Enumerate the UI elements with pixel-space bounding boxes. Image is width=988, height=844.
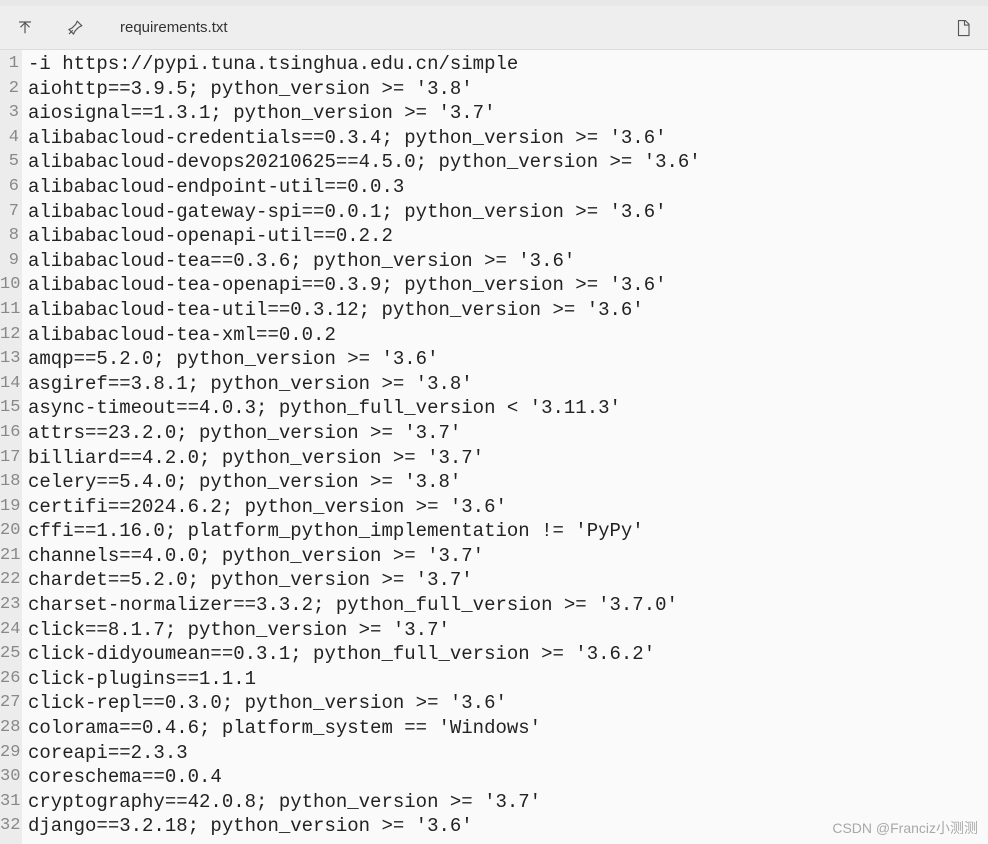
line-number: 31 bbox=[0, 790, 22, 815]
line-number: 23 bbox=[0, 593, 22, 618]
code-line: attrs==23.2.0; python_version >= '3.7' bbox=[28, 421, 988, 446]
line-number: 17 bbox=[0, 446, 22, 471]
code-line: coreschema==0.0.4 bbox=[28, 765, 988, 790]
code-line: -i https://pypi.tuna.tsinghua.edu.cn/sim… bbox=[28, 52, 988, 77]
line-number: 20 bbox=[0, 519, 22, 544]
code-line: celery==5.4.0; python_version >= '3.8' bbox=[28, 470, 988, 495]
code-line: cffi==1.16.0; platform_python_implementa… bbox=[28, 519, 988, 544]
code-line: alibabacloud-endpoint-util==0.0.3 bbox=[28, 175, 988, 200]
line-number: 25 bbox=[0, 642, 22, 667]
line-number: 32 bbox=[0, 814, 22, 839]
line-number: 10 bbox=[0, 273, 22, 298]
code-line: alibabacloud-openapi-util==0.2.2 bbox=[28, 224, 988, 249]
line-number: 22 bbox=[0, 568, 22, 593]
code-line: alibabacloud-devops20210625==4.5.0; pyth… bbox=[28, 150, 988, 175]
code-line: billiard==4.2.0; python_version >= '3.7' bbox=[28, 446, 988, 471]
code-line: alibabacloud-tea-xml==0.0.2 bbox=[28, 323, 988, 348]
line-number: 4 bbox=[0, 126, 22, 151]
code-line: alibabacloud-tea==0.3.6; python_version … bbox=[28, 249, 988, 274]
code-line: colorama==0.4.6; platform_system == 'Win… bbox=[28, 716, 988, 741]
line-number: 11 bbox=[0, 298, 22, 323]
code-line: click-repl==0.3.0; python_version >= '3.… bbox=[28, 691, 988, 716]
line-number: 8 bbox=[0, 224, 22, 249]
code-line: amqp==5.2.0; python_version >= '3.6' bbox=[28, 347, 988, 372]
line-number: 19 bbox=[0, 495, 22, 520]
code-line: channels==4.0.0; python_version >= '3.7' bbox=[28, 544, 988, 569]
line-number: 6 bbox=[0, 175, 22, 200]
line-number: 14 bbox=[0, 372, 22, 397]
line-number: 13 bbox=[0, 347, 22, 372]
code-line: chardet==5.2.0; python_version >= '3.7' bbox=[28, 568, 988, 593]
line-number-gutter: 1234567891011121314151617181920212223242… bbox=[0, 50, 22, 844]
line-number: 26 bbox=[0, 667, 22, 692]
code-line: aiosignal==1.3.1; python_version >= '3.7… bbox=[28, 101, 988, 126]
toolbar: requirements.txt bbox=[0, 6, 988, 50]
line-number: 3 bbox=[0, 101, 22, 126]
code-line: click==8.1.7; python_version >= '3.7' bbox=[28, 618, 988, 643]
line-number: 28 bbox=[0, 716, 22, 741]
code-line: coreapi==2.3.3 bbox=[28, 741, 988, 766]
code-line: alibabacloud-tea-util==0.3.12; python_ve… bbox=[28, 298, 988, 323]
line-number: 9 bbox=[0, 249, 22, 274]
editor: 1234567891011121314151617181920212223242… bbox=[0, 50, 988, 844]
line-number: 5 bbox=[0, 150, 22, 175]
line-number: 30 bbox=[0, 765, 22, 790]
code-line: async-timeout==4.0.3; python_full_versio… bbox=[28, 396, 988, 421]
document-icon[interactable] bbox=[948, 13, 978, 43]
code-line: click-plugins==1.1.1 bbox=[28, 667, 988, 692]
code-line: click-didyoumean==0.3.1; python_full_ver… bbox=[28, 642, 988, 667]
line-number: 27 bbox=[0, 691, 22, 716]
filename-label: requirements.txt bbox=[120, 19, 228, 36]
line-number: 1 bbox=[0, 52, 22, 77]
code-line: alibabacloud-gateway-spi==0.0.1; python_… bbox=[28, 200, 988, 225]
line-number: 21 bbox=[0, 544, 22, 569]
code-line: aiohttp==3.9.5; python_version >= '3.8' bbox=[28, 77, 988, 102]
line-number: 2 bbox=[0, 77, 22, 102]
line-number: 12 bbox=[0, 323, 22, 348]
line-number: 24 bbox=[0, 618, 22, 643]
line-number: 18 bbox=[0, 470, 22, 495]
code-area[interactable]: -i https://pypi.tuna.tsinghua.edu.cn/sim… bbox=[22, 50, 988, 844]
line-number: 29 bbox=[0, 741, 22, 766]
code-line: alibabacloud-credentials==0.3.4; python_… bbox=[28, 126, 988, 151]
line-number: 7 bbox=[0, 200, 22, 225]
code-line: certifi==2024.6.2; python_version >= '3.… bbox=[28, 495, 988, 520]
code-line: cryptography==42.0.8; python_version >= … bbox=[28, 790, 988, 815]
code-line: asgiref==3.8.1; python_version >= '3.8' bbox=[28, 372, 988, 397]
watermark: CSDN @Franciz小测测 bbox=[832, 818, 978, 838]
pin-icon[interactable] bbox=[60, 13, 90, 43]
line-number: 15 bbox=[0, 396, 22, 421]
code-line: alibabacloud-tea-openapi==0.3.9; python_… bbox=[28, 273, 988, 298]
code-line: charset-normalizer==3.3.2; python_full_v… bbox=[28, 593, 988, 618]
line-number: 16 bbox=[0, 421, 22, 446]
upload-icon[interactable] bbox=[10, 13, 40, 43]
